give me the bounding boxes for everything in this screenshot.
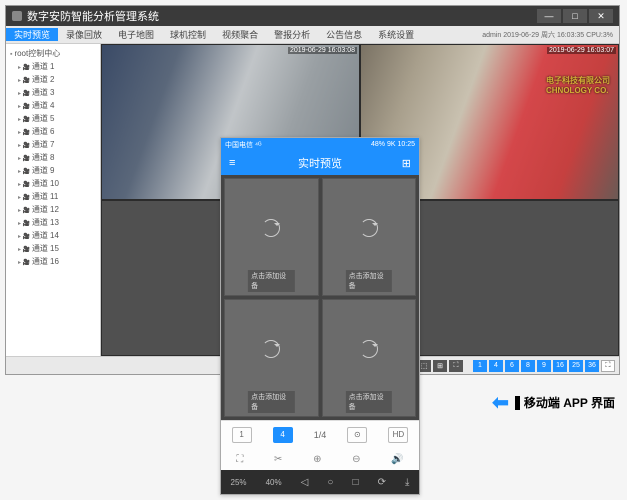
- phone-cell[interactable]: 点击添加设备: [322, 299, 417, 417]
- tree-cam[interactable]: 通道 3: [8, 86, 98, 99]
- cell-caption: 点击添加设备: [248, 391, 294, 413]
- recent-icon[interactable]: □: [352, 477, 358, 488]
- close-button[interactable]: ✕: [589, 9, 613, 23]
- record-button[interactable]: ⊙: [347, 427, 367, 443]
- maximize-button[interactable]: □: [563, 9, 587, 23]
- tree-cam[interactable]: 通道 5: [8, 112, 98, 125]
- refresh-icon[interactable]: ⟳: [378, 477, 386, 488]
- tree-cam[interactable]: 通道 11: [8, 190, 98, 203]
- nav-pct1: 25%: [231, 478, 247, 487]
- page-indicator: 1/4: [314, 430, 327, 440]
- tree-cam[interactable]: 通道 15: [8, 242, 98, 255]
- zoom-in-icon[interactable]: ⊕: [313, 454, 321, 465]
- tree-cam[interactable]: 通道 6: [8, 125, 98, 138]
- layout-icon[interactable]: ⊞: [402, 157, 411, 170]
- phone-zoombar: ⛶ ✂ ⊕ ⊖ 🔊: [221, 448, 419, 470]
- callout-annotation: ⬅ 移动端 APP 界面: [492, 390, 615, 415]
- cell-caption: 点击添加设备: [346, 391, 392, 413]
- back-icon[interactable]: ◁: [301, 477, 309, 488]
- phone-cell[interactable]: 点击添加设备: [224, 299, 319, 417]
- phone-video-grid: 点击添加设备 点击添加设备 点击添加设备 点击添加设备: [221, 175, 419, 420]
- layout-button[interactable]: 36: [585, 360, 599, 372]
- refresh-icon: [262, 219, 280, 237]
- layout1-button[interactable]: 1: [232, 427, 252, 443]
- menu-alarm[interactable]: 警报分析: [266, 28, 318, 41]
- titlebar: 数字安防智能分析管理系统 — □ ✕: [6, 6, 619, 26]
- layout-button[interactable]: 16: [553, 360, 567, 372]
- refresh-icon: [262, 340, 280, 358]
- arrow-left-icon: ⬅: [492, 390, 509, 415]
- menu-notice[interactable]: 公告信息: [318, 28, 370, 41]
- minimize-button[interactable]: —: [537, 9, 561, 23]
- tree-root[interactable]: root控制中心: [8, 47, 98, 60]
- zoom-out-icon[interactable]: ⊖: [352, 454, 360, 465]
- carrier-label: 中国电信 ⁴ᴳ: [225, 140, 261, 150]
- layout-button[interactable]: 25: [569, 360, 583, 372]
- phone-toolbar: 1 4 1/4 ⊙ HD: [221, 420, 419, 448]
- bar-icon: [515, 396, 520, 410]
- menu-realtime[interactable]: 实时预览: [6, 28, 58, 41]
- osd-timestamp: 2019-06-29 16:03:07: [547, 47, 616, 54]
- fullscreen-button[interactable]: ⛶: [601, 360, 615, 372]
- layout4-button[interactable]: 4: [273, 427, 293, 443]
- ctrl-button[interactable]: ⛶: [449, 360, 463, 372]
- phone-cell[interactable]: 点击添加设备: [224, 178, 319, 296]
- home-icon[interactable]: ○: [327, 477, 333, 488]
- phone-title: 实时预览: [298, 155, 342, 171]
- phone-header: ≡ 实时预览 ⊞: [221, 151, 419, 175]
- tree-cam[interactable]: 通道 13: [8, 216, 98, 229]
- cell-caption: 点击添加设备: [346, 270, 392, 292]
- ctrl-button[interactable]: ⊞: [433, 360, 447, 372]
- refresh-icon: [360, 219, 378, 237]
- app-title: 数字安防智能分析管理系统: [27, 8, 159, 24]
- layout-button[interactable]: 6: [505, 360, 519, 372]
- menu-playback[interactable]: 录像回放: [58, 28, 110, 41]
- menu-ptz[interactable]: 球机控制: [162, 28, 214, 41]
- tree-cam[interactable]: 通道 1: [8, 60, 98, 73]
- download-icon[interactable]: ⤓: [405, 477, 409, 488]
- phone-statusbar: 中国电信 ⁴ᴳ 48% 9K 10:25: [221, 138, 419, 151]
- tree-cam[interactable]: 通道 12: [8, 203, 98, 216]
- tree-cam[interactable]: 通道 8: [8, 151, 98, 164]
- menu-aggregate[interactable]: 视频聚合: [214, 28, 266, 41]
- layout-button[interactable]: 9: [537, 360, 551, 372]
- app-logo-icon: [12, 11, 22, 21]
- annotation-text: 移动端 APP 界面: [524, 394, 615, 411]
- layout-button[interactable]: 4: [489, 360, 503, 372]
- tree-cam[interactable]: 通道 14: [8, 229, 98, 242]
- device-tree-sidebar: root控制中心 通道 1 通道 2 通道 3 通道 4 通道 5 通道 6 通…: [6, 44, 101, 356]
- phone-cell[interactable]: 点击添加设备: [322, 178, 417, 296]
- audio-icon[interactable]: 🔊: [391, 454, 403, 465]
- main-menubar: 实时预览 录像回放 电子地图 球机控制 视频聚合 警报分析 公告信息 系统设置 …: [6, 26, 619, 44]
- tree-cam[interactable]: 通道 7: [8, 138, 98, 151]
- menu-icon[interactable]: ≡: [229, 157, 235, 169]
- nav-pct2: 40%: [266, 478, 282, 487]
- snapshot-icon[interactable]: ✂: [274, 454, 282, 465]
- hd-button[interactable]: HD: [388, 427, 408, 443]
- menu-emap[interactable]: 电子地图: [110, 28, 162, 41]
- cell-caption: 点击添加设备: [248, 270, 294, 292]
- tree-cam[interactable]: 通道 4: [8, 99, 98, 112]
- menu-settings[interactable]: 系统设置: [370, 28, 422, 41]
- tree-cam[interactable]: 通道 9: [8, 164, 98, 177]
- tree-cam[interactable]: 通道 10: [8, 177, 98, 190]
- mobile-app-overlay: 中国电信 ⁴ᴳ 48% 9K 10:25 ≡ 实时预览 ⊞ 点击添加设备 点击添…: [220, 137, 420, 495]
- tree-cam[interactable]: 通道 2: [8, 73, 98, 86]
- battery-label: 48% 9K 10:25: [371, 141, 415, 148]
- tree-cam[interactable]: 通道 16: [8, 255, 98, 268]
- layout-button[interactable]: 8: [521, 360, 535, 372]
- layout-button[interactable]: 1: [473, 360, 487, 372]
- fullscreen-icon[interactable]: ⛶: [236, 454, 243, 465]
- status-text: admin 2019-06-29 周六 16:03:35 CPU:3%: [476, 30, 619, 40]
- refresh-icon: [360, 340, 378, 358]
- phone-navbar: 25% 40% ◁ ○ □ ⟳ ⤓: [221, 470, 419, 494]
- osd-timestamp: 2019-06-29 16:03:08: [288, 47, 357, 54]
